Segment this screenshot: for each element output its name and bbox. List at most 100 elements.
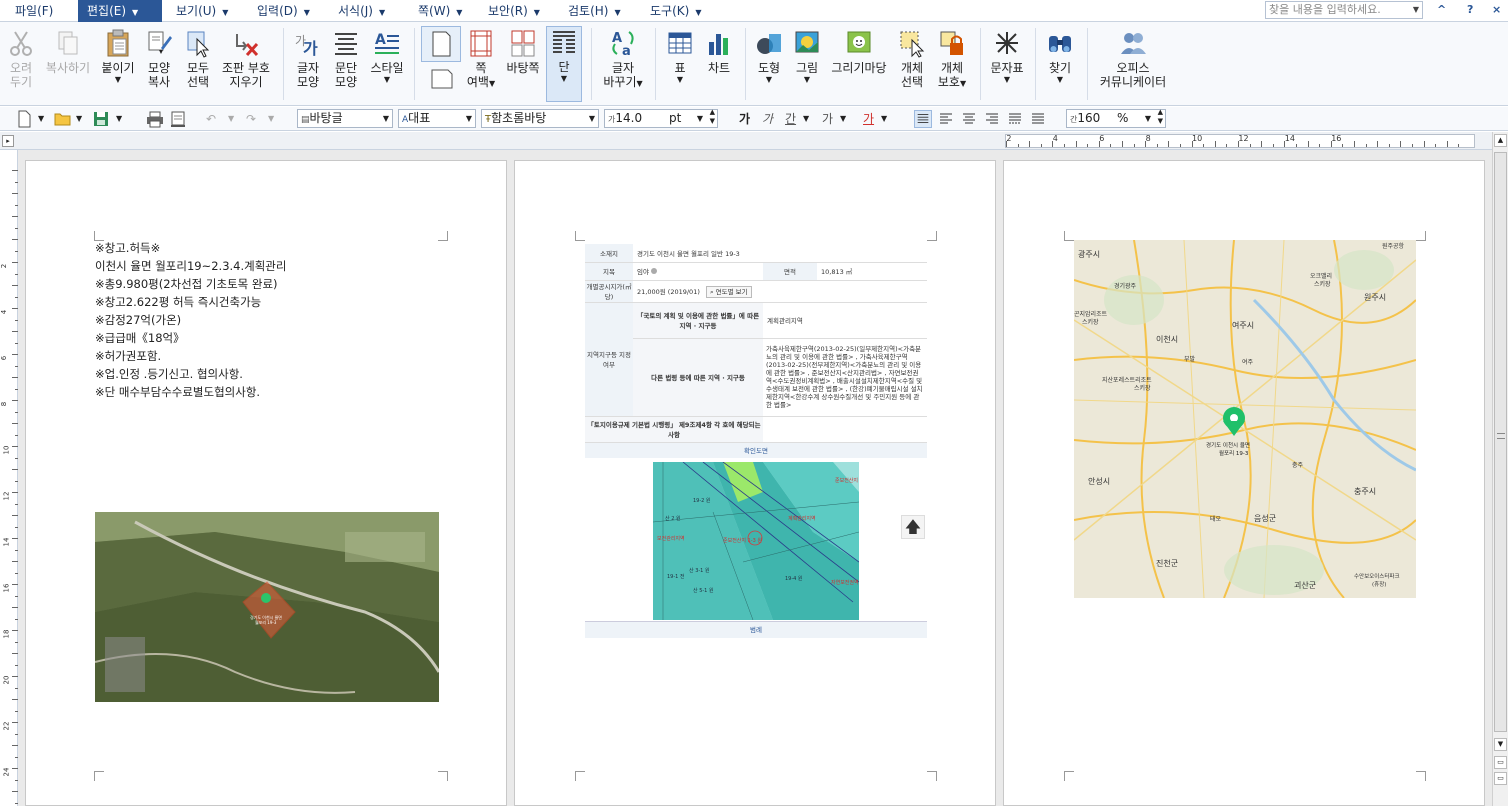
column-button[interactable]: 단 ▼ [546, 26, 582, 102]
chart-button[interactable]: 차트 [703, 28, 735, 75]
align-split-icon[interactable] [1029, 110, 1047, 128]
menu-edit[interactable]: 편집(E) ▼ [78, 0, 162, 22]
scroll-up-icon[interactable]: ▲ [1494, 134, 1507, 147]
page-down-icon[interactable]: ▭ [1494, 772, 1507, 785]
ruler-tick [1087, 144, 1089, 147]
object-protect-button[interactable]: 개체 보호▼ [935, 28, 969, 91]
chevron-down-icon[interactable]: ▼ [228, 110, 234, 128]
new-document-icon[interactable] [16, 110, 32, 128]
chevron-down-icon[interactable]: ▼ [268, 110, 274, 128]
ruler-tick [12, 216, 18, 217]
menu-security[interactable]: 보안(R) ▼ [488, 0, 540, 22]
strike-button[interactable]: 가 [822, 110, 833, 128]
ruler-corner-icon[interactable]: ▸ [2, 135, 14, 147]
chevron-down-icon[interactable]: ▼ [803, 110, 809, 128]
bold-button[interactable]: 가 [739, 110, 750, 128]
underline-button[interactable]: 간 [785, 110, 796, 128]
shape-button[interactable]: 도형 ▼ [752, 28, 786, 85]
line-spacing-select[interactable]: 간160% ▼ ▲ ▼ [1066, 108, 1166, 128]
aerial-photo[interactable]: 경기도 이천시 율면 월포리 19-3 [95, 512, 439, 702]
gallery-button[interactable]: 그리기마당 [828, 28, 890, 75]
undo-icon[interactable]: ↶ [206, 110, 216, 128]
menu-insert[interactable]: 입력(D) ▼ [257, 0, 310, 22]
redo-icon[interactable]: ↷ [246, 110, 256, 128]
page-margin-button[interactable]: 쪽 여백▼ [463, 28, 499, 91]
print-icon[interactable] [146, 110, 164, 128]
cut-button[interactable]: 오려 두기 [4, 28, 38, 89]
master-page-button[interactable]: 바탕쪽 [503, 28, 543, 75]
menu-view[interactable]: 보기(U) ▼ [176, 0, 228, 22]
italic-button[interactable]: 가 [762, 110, 773, 128]
picture-button[interactable]: 그림 ▼ [790, 28, 824, 85]
chevron-down-icon[interactable]: ▼ [76, 110, 82, 128]
info-icon[interactable] [651, 268, 658, 274]
page-view-button[interactable] [421, 26, 461, 62]
page-blank-button[interactable] [424, 68, 460, 93]
ruler-tick [1446, 141, 1448, 147]
page-up-icon[interactable]: ▭ [1494, 756, 1507, 769]
page-1[interactable]: ※창고.허득※ 이천시 율면 월포리19~2.3.4.계획관리 ※총9.980평… [25, 160, 507, 806]
format-copy-button[interactable]: 모양 복사 [141, 28, 177, 89]
align-left-icon[interactable] [937, 110, 955, 128]
para-shape-button[interactable]: 문단 모양 [328, 28, 364, 89]
style-button[interactable]: A 스타일 ▼ [367, 28, 407, 85]
scroll-thumb[interactable] [1494, 152, 1507, 732]
ribbon: 오려 두기 복사하기 붙이기 ▼ 모양 복사 모두 선택 조판 부호 지우기 가가 글자 모… [0, 22, 1508, 106]
year-view-button[interactable]: ⌕ 연도별 보기 [705, 285, 752, 298]
style-select[interactable]: ▤바탕글 ▼ [297, 109, 393, 128]
arrow-up-icon[interactable]: 🡅 [901, 515, 925, 539]
ruler-tick [15, 664, 18, 666]
chevron-down-icon[interactable]: ▼ [1413, 2, 1419, 18]
vertical-ruler[interactable]: 2 4 6 8 10 12 14 16 18 20 22 24 [0, 150, 18, 806]
align-right-icon[interactable] [983, 110, 1001, 128]
horizontal-ruler[interactable]: 2 4 6 8 10 12 14 16 [1005, 134, 1475, 148]
symbol-button[interactable]: 문자표 ▼ [987, 28, 1027, 85]
menu-tools[interactable]: 도구(K) ▼ [650, 0, 701, 22]
spin-icon[interactable]: ▲ ▼ [710, 108, 715, 126]
ruler-tick [12, 676, 18, 677]
help-search-input[interactable]: 찾을 내용을 입력하세요. ▼ [1265, 1, 1423, 19]
ruler-tick [15, 250, 18, 252]
table-button[interactable]: 표 ▼ [664, 28, 696, 85]
ruler-tick [15, 572, 18, 574]
font-color-button[interactable]: 가 [863, 110, 874, 128]
chevron-down-icon[interactable]: ▼ [840, 110, 846, 128]
spin-icon[interactable]: ▲ ▼ [1158, 108, 1163, 126]
page1-text-block[interactable]: ※창고.허득※ 이천시 율면 월포리19~2.3.4.계획관리 ※총9.980평… [95, 239, 286, 401]
open-folder-icon[interactable] [54, 110, 72, 128]
ruler-label: 8 [0, 401, 9, 407]
region-map[interactable]: 경기도 이천시 율면 월포리 19-3 광주시 원주공항 오크밸리 스키장 원주… [1074, 240, 1416, 598]
land-use-map[interactable]: 19-2 원 산 2 원 보전관리지역 준보전산지 1-3 원 산 3-1 원 … [653, 462, 859, 620]
chevron-down-icon[interactable]: ▼ [116, 110, 122, 128]
scroll-down-icon[interactable]: ▼ [1494, 738, 1507, 751]
vertical-scrollbar[interactable]: ▲ ▼ ▭ ▭ [1492, 132, 1508, 806]
text-line: ※단 매수부담수수료별도협의사항. [95, 385, 261, 399]
paste-button[interactable]: 붙이기 ▼ [100, 28, 136, 85]
replace-button[interactable]: Aa 글자 바꾸기▼ [601, 28, 645, 91]
chevron-down-icon[interactable]: ▼ [881, 110, 887, 128]
copy-button[interactable]: 복사하기 [42, 28, 94, 75]
select-all-button[interactable]: 모두 선택 [181, 28, 215, 89]
print-preview-icon[interactable] [169, 110, 187, 128]
help-button[interactable]: ? [1467, 3, 1473, 16]
font-size-select[interactable]: 가14.0 pt ▼ ▲ ▼ [604, 108, 718, 128]
menu-page[interactable]: 쪽(W) ▼ [418, 0, 462, 22]
language-select[interactable]: A대표 ▼ [398, 109, 476, 128]
close-doc-button[interactable]: × [1492, 3, 1501, 16]
align-distribute-icon[interactable] [1006, 110, 1024, 128]
map-pin-label: 월포리 19-3 [1219, 449, 1249, 457]
menu-format[interactable]: 서식(J) ▼ [338, 0, 385, 22]
char-shape-button[interactable]: 가가 글자 모양 [290, 28, 326, 89]
menu-file[interactable]: 파일(F) [15, 0, 53, 22]
clear-combo-button[interactable]: 조판 부호 지우기 [218, 28, 274, 89]
object-select-button[interactable]: 개체 선택 [895, 28, 929, 89]
font-select[interactable]: Ŧ함초롬바탕 ▼ [481, 109, 599, 128]
align-justify-icon[interactable] [914, 110, 932, 128]
chevron-down-icon[interactable]: ▼ [38, 110, 44, 128]
office-communicator-button[interactable]: 오피스 커뮤니케이터 [1094, 28, 1172, 89]
align-center-icon[interactable] [960, 110, 978, 128]
find-button[interactable]: 찾기 ▼ [1043, 28, 1077, 85]
menu-review[interactable]: 검토(H) ▼ [568, 0, 621, 22]
collapse-ribbon-button[interactable]: ^ [1437, 3, 1446, 16]
save-icon[interactable] [93, 110, 109, 128]
